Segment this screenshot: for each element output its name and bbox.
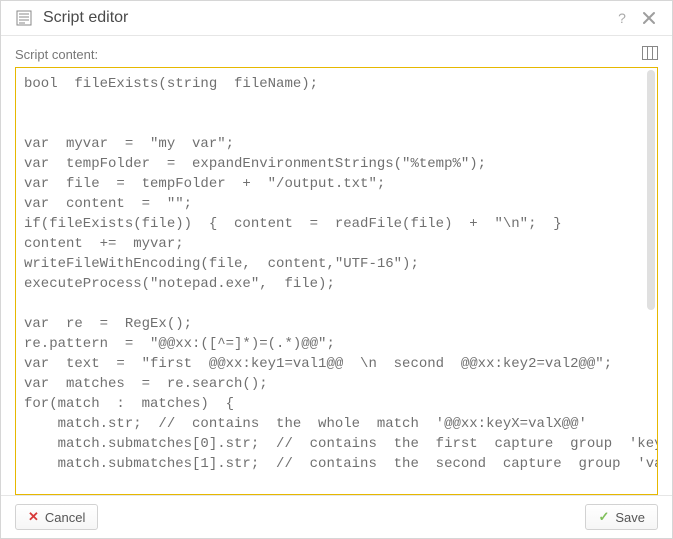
editor-text: bool fileExists(string fileName); var my… (24, 76, 658, 472)
save-button-label: Save (615, 510, 645, 525)
field-row: Script content: (15, 46, 658, 63)
dialog-body: Script content: bool fileExists(string f… (1, 36, 672, 495)
script-editor-dialog: Script editor ? Script content: bool fil… (0, 0, 673, 539)
cancel-button-label: Cancel (45, 510, 85, 525)
close-icon[interactable] (640, 9, 658, 27)
script-content-label: Script content: (15, 47, 98, 62)
cancel-button[interactable]: ✕ Cancel (15, 504, 98, 530)
dialog-header: Script editor ? (1, 1, 672, 36)
script-content-editor[interactable]: bool fileExists(string fileName); var my… (15, 67, 658, 495)
x-icon: ✕ (28, 509, 39, 525)
help-icon[interactable]: ? (614, 10, 630, 26)
column-view-icon[interactable] (642, 46, 658, 63)
save-button[interactable]: ✓ Save (585, 504, 658, 530)
document-icon (15, 9, 33, 27)
dialog-footer: ✕ Cancel ✓ Save (1, 495, 672, 538)
scrollbar-thumb[interactable] (647, 70, 655, 310)
check-icon: ✓ (598, 509, 609, 525)
dialog-title: Script editor (43, 9, 604, 27)
